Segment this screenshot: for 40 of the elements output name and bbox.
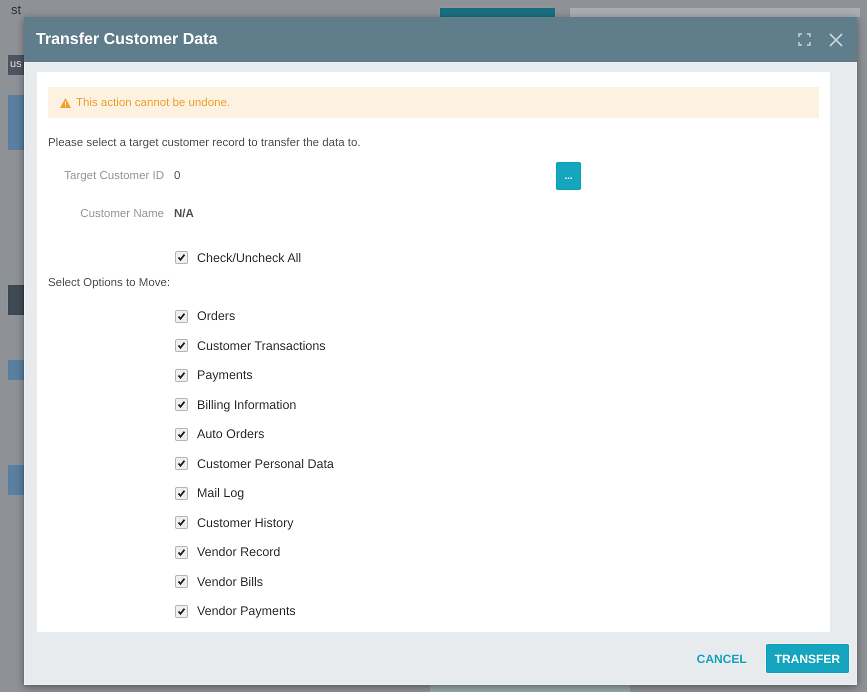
dialog-title: Transfer Customer Data: [36, 30, 218, 48]
warning-icon: [60, 98, 71, 108]
section-heading: Select Options to Move:: [48, 276, 172, 288]
cancel-button[interactable]: CANCEL: [688, 644, 756, 673]
checkbox-label: Vendor Record: [197, 545, 280, 560]
checkbox-label: Mail Log: [197, 486, 244, 500]
background-text: st: [11, 2, 22, 17]
checkbox[interactable]: [175, 398, 188, 412]
checkbox-label: Vendor Bills: [197, 574, 264, 589]
checkbox[interactable]: [175, 251, 188, 264]
checkbox[interactable]: [175, 457, 188, 470]
checkbox-label: Customer History: [197, 516, 294, 530]
transfer-button[interactable]: TRANSFER: [766, 644, 849, 673]
checkbox-label: Payments: [197, 368, 253, 382]
field-value: N/A: [174, 208, 195, 220]
checkbox[interactable]: [175, 339, 188, 352]
checkbox-label: Customer Personal Data: [197, 456, 334, 471]
checkbox-label: Auto Orders: [197, 427, 264, 442]
lookup-button[interactable]: ...: [556, 162, 581, 190]
field-label: Customer Name: [79, 208, 164, 220]
field-value: 0: [174, 170, 182, 182]
checkbox-label: Check/Uncheck All: [197, 250, 302, 265]
checkbox-label: Orders: [197, 309, 236, 324]
background-text: us: [10, 58, 22, 70]
checkbox[interactable]: [175, 428, 188, 441]
checkbox[interactable]: [175, 575, 188, 588]
instruction-text: Please select a target customer record to transfer the data to.: [48, 137, 362, 149]
checkbox[interactable]: [175, 310, 188, 323]
checkbox[interactable]: [175, 604, 188, 618]
checkbox[interactable]: [175, 546, 188, 559]
close-icon[interactable]: [829, 32, 843, 46]
checkbox-label: Customer Transactions: [197, 338, 326, 353]
checkbox-label: Billing Information: [197, 398, 296, 412]
checkbox[interactable]: [175, 368, 188, 382]
warning-text: This action cannot be undone.: [76, 96, 230, 108]
checkbox[interactable]: [175, 486, 188, 500]
checkbox[interactable]: [175, 516, 188, 530]
field-label: Target Customer ID: [63, 170, 164, 182]
maximize-icon[interactable]: [798, 33, 811, 46]
checkbox-label: Vendor Payments: [197, 604, 296, 618]
